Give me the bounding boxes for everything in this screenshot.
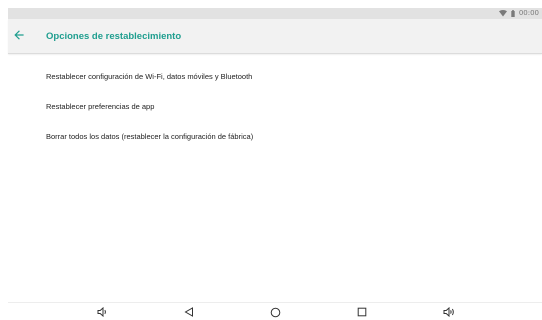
wifi-icon — [498, 10, 507, 17]
volume-up-icon — [443, 307, 456, 317]
status-time: 00:00 — [518, 9, 539, 17]
factory-reset-item[interactable]: Borrar todos los datos (restablecer la c… — [8, 124, 542, 150]
status-icons: 00:00 — [498, 8, 539, 19]
battery-icon — [511, 10, 515, 17]
back-button[interactable] — [10, 27, 28, 45]
home-nav-button[interactable] — [267, 305, 283, 319]
arrow-left-icon — [14, 27, 24, 45]
list-item-label: Borrar todos los datos (restablecer la c… — [46, 132, 254, 141]
reset-network-settings-item[interactable]: Restablecer configuración de Wi-Fi, dato… — [8, 64, 542, 90]
navigation-bar — [8, 302, 542, 320]
recents-square-icon — [357, 307, 367, 317]
list-item-label: Restablecer preferencias de app — [46, 102, 155, 111]
app-bar: Opciones de restablecimiento — [8, 19, 542, 54]
back-triangle-icon — [184, 307, 194, 317]
list-item-label: Restablecer configuración de Wi-Fi, dato… — [46, 72, 253, 81]
recents-nav-button[interactable] — [354, 305, 370, 319]
home-circle-icon — [270, 307, 281, 318]
status-bar: 00:00 — [8, 8, 542, 19]
device-screen: 00:00 Opciones de restablecimiento Resta… — [8, 8, 542, 320]
back-nav-button[interactable] — [181, 305, 197, 319]
page-title: Opciones de restablecimiento — [46, 31, 182, 42]
reset-app-preferences-item[interactable]: Restablecer preferencias de app — [8, 94, 542, 120]
volume-down-button[interactable] — [94, 305, 110, 319]
volume-down-icon — [97, 307, 108, 317]
volume-up-button[interactable] — [441, 305, 457, 319]
